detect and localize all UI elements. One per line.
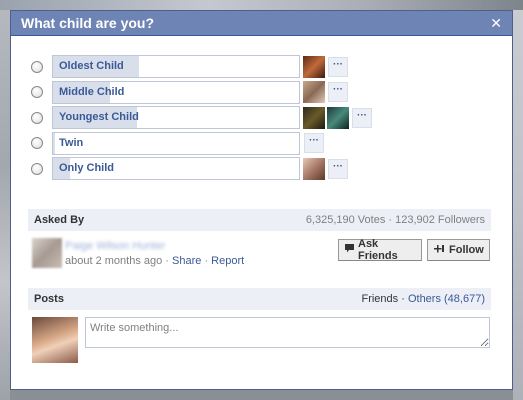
answer-label: Youngest Child <box>59 111 139 124</box>
current-user-avatar <box>32 317 78 363</box>
share-link[interactable]: Share <box>172 255 201 267</box>
speech-bubble-icon <box>345 244 354 256</box>
meta-separator: · <box>201 254 212 267</box>
answer-bar[interactable]: Oldest Child <box>52 55 300 78</box>
write-post-input[interactable] <box>85 317 490 348</box>
posts-bar: Posts Friends · Others (48,677) <box>28 288 491 310</box>
voter-avatars <box>303 81 327 104</box>
report-link[interactable]: Report <box>211 255 244 267</box>
radio-button[interactable] <box>31 111 43 124</box>
answer-option-youngest-child: Youngest Child ··· <box>31 106 372 130</box>
voter-avatar[interactable] <box>303 81 325 104</box>
dialog-title: What child are you? <box>21 15 155 31</box>
more-voters-button[interactable]: ··· <box>328 82 348 103</box>
answer-label: Twin <box>59 136 84 149</box>
dialog-titlebar: What child are you? ✕ <box>11 11 512 36</box>
answer-label: Only Child <box>59 162 114 175</box>
answer-label: Middle Child <box>59 85 125 98</box>
ask-friends-button[interactable]: Ask Friends <box>338 238 422 262</box>
voter-avatars <box>303 157 327 180</box>
backdrop-left <box>0 10 10 400</box>
answer-bar[interactable]: Youngest Child <box>52 106 300 130</box>
more-voters-button[interactable]: ··· <box>328 56 348 77</box>
follow-label: Follow <box>449 244 484 256</box>
radio-button[interactable] <box>31 86 43 99</box>
filter-separator: · <box>398 293 408 305</box>
asker-name-link[interactable]: Paige Wilson Hunter <box>65 240 244 252</box>
asker-meta: about 2 months ago · Share · Report <box>65 255 244 267</box>
more-voters-button[interactable]: ··· <box>304 133 324 154</box>
radio-button[interactable] <box>31 60 43 73</box>
asker-avatar[interactable] <box>32 238 62 268</box>
meta-separator: · <box>162 254 173 267</box>
asked-by-label: Asked By <box>34 214 85 226</box>
voter-avatars <box>303 106 351 129</box>
answer-bar[interactable]: Only Child <box>52 157 300 181</box>
voter-avatars <box>303 55 327 78</box>
ask-friends-label: Ask Friends <box>358 238 398 262</box>
others-filter-link[interactable]: Others (48,677) <box>408 293 485 305</box>
more-voters-button[interactable]: ··· <box>352 107 372 128</box>
answer-option-twin: Twin ··· <box>31 131 372 155</box>
vote-follower-stats: 6,325,190 Votes · 123,902 Followers <box>305 214 485 226</box>
question-dialog: What child are you? ✕ Oldest Child ··· M… <box>10 10 513 390</box>
close-icon[interactable]: ✕ <box>490 15 502 32</box>
asker-text: Paige Wilson Hunter about 2 months ago ·… <box>65 240 244 267</box>
backdrop-right <box>513 10 523 400</box>
answer-option-oldest-child: Oldest Child ··· <box>31 55 372 78</box>
answer-options: Oldest Child ··· Middle Child ··· Younge… <box>31 55 372 183</box>
follow-button[interactable]: Follow <box>427 239 490 261</box>
answer-option-middle-child: Middle Child ··· <box>31 80 372 104</box>
answer-label: Oldest Child <box>59 60 124 72</box>
friends-filter[interactable]: Friends <box>361 293 398 305</box>
voter-avatar[interactable] <box>327 106 349 129</box>
answer-bar[interactable]: Middle Child <box>52 80 300 104</box>
add-follow-icon <box>434 244 445 256</box>
answer-bar[interactable]: Twin <box>52 131 300 155</box>
voter-avatar[interactable] <box>303 55 325 78</box>
asker-info: Paige Wilson Hunter about 2 months ago ·… <box>32 238 244 268</box>
backdrop-top <box>0 0 523 10</box>
asked-time: about 2 months ago <box>65 254 163 267</box>
answer-option-only-child: Only Child ··· <box>31 157 372 181</box>
voter-avatar[interactable] <box>303 106 325 129</box>
posts-filter: Friends · Others (48,677) <box>361 293 485 305</box>
more-voters-button[interactable]: ··· <box>328 158 348 179</box>
radio-button[interactable] <box>31 137 43 150</box>
posts-label: Posts <box>34 293 64 305</box>
asked-by-bar: Asked By 6,325,190 Votes · 123,902 Follo… <box>28 209 491 231</box>
voter-avatar[interactable] <box>303 157 325 180</box>
radio-button[interactable] <box>31 162 43 175</box>
